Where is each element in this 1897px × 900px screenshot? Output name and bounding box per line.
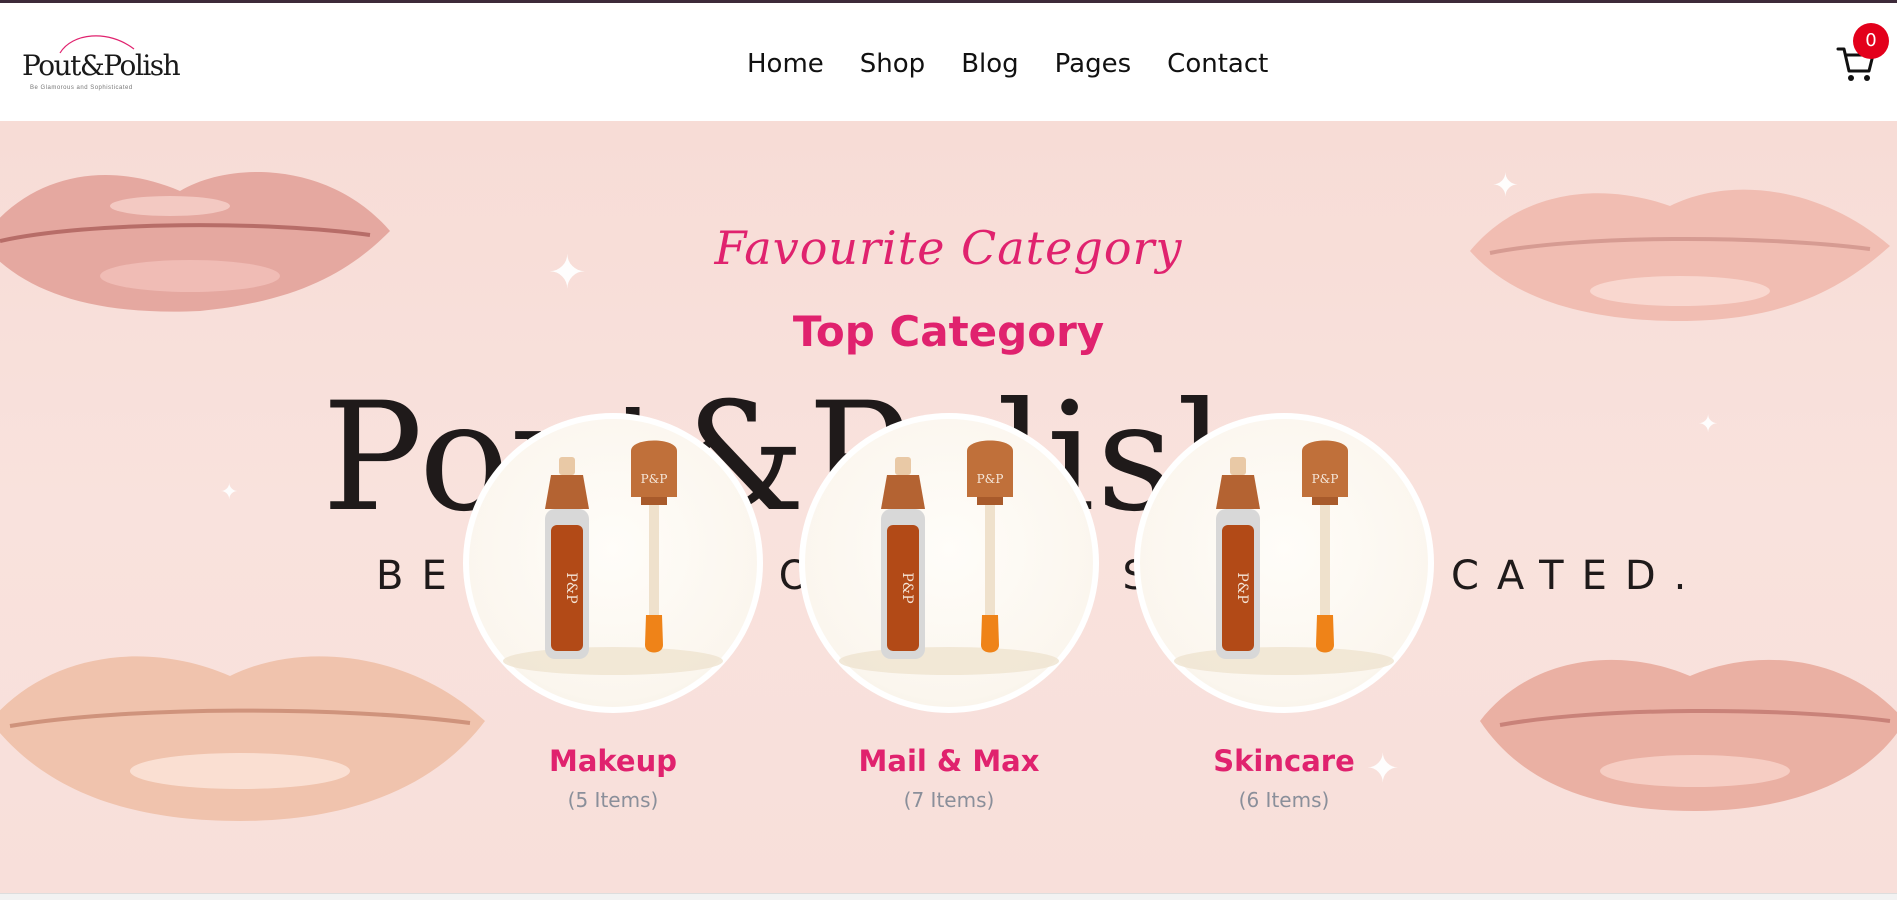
logo-tagline: Be Glamorous and Sophisticated bbox=[30, 85, 133, 91]
cap-monogram-label: P&P bbox=[641, 472, 668, 486]
category-item-count: (7 Items) bbox=[903, 788, 995, 812]
category-card-makeup[interactable]: P&P P&P Makeup (5 Items) bbox=[463, 413, 763, 833]
category-name[interactable]: Skincare bbox=[1134, 744, 1434, 778]
section-script-title: Favourite Category bbox=[714, 221, 1183, 275]
category-name[interactable]: Makeup bbox=[463, 744, 763, 778]
category-name[interactable]: Mail & Max bbox=[799, 744, 1099, 778]
bottom-edge bbox=[0, 893, 1897, 900]
product-monogram-label: P&P bbox=[1234, 572, 1250, 603]
lip-gloss-product-image: P&P P&P bbox=[839, 440, 1059, 675]
category-image[interactable]: P&P P&P bbox=[799, 413, 1099, 713]
sparkle-icon: ✦ bbox=[220, 479, 239, 504]
logo-wordmark: Pout&Polish bbox=[22, 49, 181, 82]
site-header: Pout&Polish Be Glamorous and Sophisticat… bbox=[0, 3, 1897, 121]
nav-shop[interactable]: Shop bbox=[860, 48, 925, 80]
top-category-section: ✦ ✦ ✦ ✦ ✦ Pout&Polish BE GLAMOROUS AND S… bbox=[0, 121, 1897, 893]
lips-illustration-bottom-right bbox=[1480, 659, 1897, 811]
sparkle-icon: ✦ bbox=[1492, 167, 1519, 203]
category-card-skincare[interactable]: P&P P&P Skincare (6 Items) bbox=[1134, 413, 1434, 833]
nav-pages[interactable]: Pages bbox=[1055, 48, 1132, 80]
category-image[interactable]: P&P P&P bbox=[463, 413, 763, 713]
category-item-count: (6 Items) bbox=[1238, 788, 1330, 812]
category-image[interactable]: P&P P&P bbox=[1134, 413, 1434, 713]
cap-monogram-label: P&P bbox=[977, 472, 1004, 486]
site-logo[interactable]: Pout&Polish Be Glamorous and Sophisticat… bbox=[22, 27, 181, 97]
category-item-count: (5 Items) bbox=[567, 788, 659, 812]
category-card-mail-max[interactable]: P&P P&P Mail & Max (7 Items) bbox=[799, 413, 1099, 833]
cap-monogram-label: P&P bbox=[1312, 472, 1339, 486]
sparkle-icon: ✦ bbox=[1698, 411, 1719, 438]
lips-illustration-bottom-left bbox=[0, 656, 485, 821]
product-monogram-label: P&P bbox=[563, 572, 579, 603]
cart-count-badge: 0 bbox=[1853, 23, 1889, 59]
nav-blog[interactable]: Blog bbox=[961, 48, 1018, 80]
product-monogram-label: P&P bbox=[899, 572, 915, 603]
lip-gloss-product-image: P&P P&P bbox=[1174, 440, 1394, 675]
lip-gloss-product-image: P&P P&P bbox=[503, 440, 723, 675]
main-nav: Home Shop Blog Pages Contact bbox=[747, 48, 1268, 80]
nav-contact[interactable]: Contact bbox=[1167, 48, 1268, 80]
nav-home[interactable]: Home bbox=[747, 48, 824, 80]
section-title: Top Category bbox=[792, 307, 1105, 356]
